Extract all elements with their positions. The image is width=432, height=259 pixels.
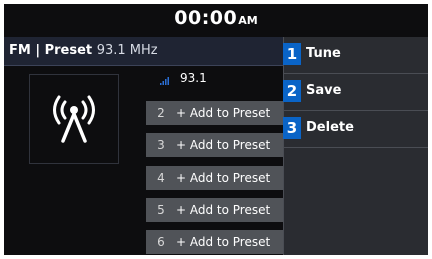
clock: 00:00AM: [4, 7, 428, 29]
preset-label: + Add to Preset: [176, 171, 271, 185]
preset-label: + Add to Preset: [176, 235, 271, 249]
menu-number-badge: 2: [283, 80, 301, 102]
radio-panel: 00:00AM FM | Preset 93.1 MHz 93.1 2 + Add…: [4, 4, 428, 255]
source-header: FM | Preset 93.1 MHz: [4, 37, 284, 66]
preset-label: + Add to Preset: [176, 203, 271, 217]
clock-time: 00:00: [174, 7, 238, 29]
preset-item-5[interactable]: 5 + Add to Preset: [146, 198, 284, 222]
station-art: [29, 74, 119, 164]
preset-number: 6: [157, 235, 165, 249]
preset-label: + Add to Preset: [176, 106, 271, 120]
screen: 00:00AM FM | Preset 93.1 MHz 93.1 2 + Add…: [0, 0, 432, 259]
menu-number-badge: 1: [283, 43, 301, 65]
signal-strength-icon: [160, 77, 169, 85]
menu-item-delete[interactable]: 3 Delete: [283, 111, 428, 148]
menu-item-label: Delete: [306, 120, 354, 135]
preset-number: 3: [157, 138, 165, 152]
preset-label: + Add to Preset: [176, 138, 271, 152]
header-frequency: 93.1 MHz: [96, 43, 158, 58]
preset-item-3[interactable]: 3 + Add to Preset: [146, 133, 284, 157]
preset-number: 5: [157, 203, 165, 217]
preset-item-2[interactable]: 2 + Add to Preset: [146, 101, 284, 125]
header-title: FM | Preset: [9, 43, 93, 58]
menu-item-tune[interactable]: 1 Tune: [283, 37, 428, 74]
preset-number: 2: [157, 106, 165, 120]
context-menu: 1 Tune 2 Save 3 Delete: [283, 37, 428, 255]
preset-number: 4: [157, 171, 165, 185]
menu-item-label: Save: [306, 83, 342, 98]
menu-number-badge: 3: [283, 117, 301, 139]
menu-item-save[interactable]: 2 Save: [283, 74, 428, 111]
preset-item-4[interactable]: 4 + Add to Preset: [146, 166, 284, 190]
header-label: FM | Preset 93.1 MHz: [9, 37, 158, 65]
menu-item-label: Tune: [306, 46, 341, 61]
current-station-frequency: 93.1: [180, 71, 207, 85]
radio-antenna-icon: [53, 95, 95, 143]
clock-ampm: AM: [238, 14, 258, 27]
preset-item-6[interactable]: 6 + Add to Preset: [146, 230, 284, 254]
